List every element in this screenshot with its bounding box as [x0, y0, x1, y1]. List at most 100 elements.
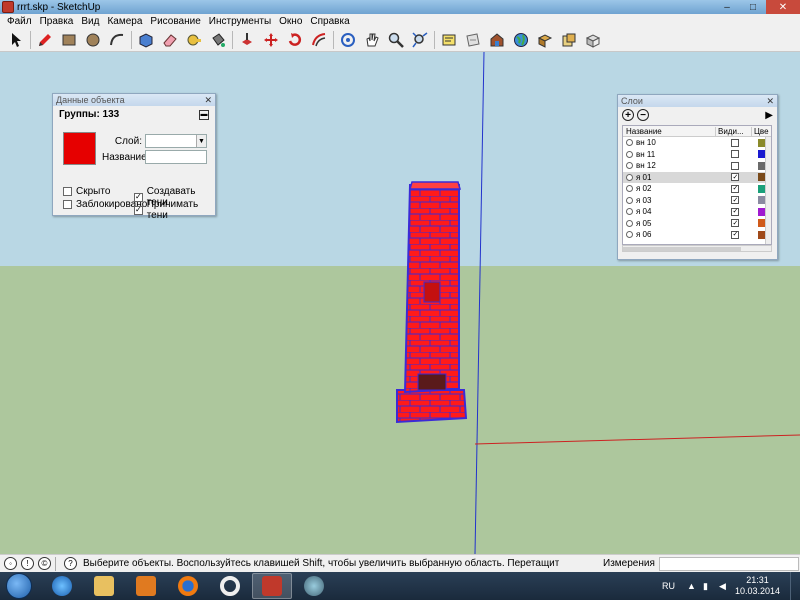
layer-visible-checkbox[interactable]: ✓ [731, 230, 740, 239]
measurements-input[interactable] [658, 556, 799, 571]
section-tool-icon[interactable] [439, 30, 459, 50]
name-input[interactable] [145, 150, 207, 164]
rectangle-tool-icon[interactable] [59, 30, 79, 50]
pan-tool-icon[interactable] [362, 30, 382, 50]
active-layer-radio[interactable] [626, 185, 633, 193]
layer-name[interactable]: вн 10 [636, 138, 656, 147]
chevron-up-icon[interactable]: ▲ [687, 581, 697, 591]
layer-name[interactable]: я 04 [636, 207, 651, 216]
orbit-tool-icon[interactable] [338, 30, 358, 50]
layer-visible-checkbox[interactable]: ✓ [731, 184, 740, 193]
layer-visible-checkbox[interactable]: ✓ [731, 207, 740, 216]
layer-name[interactable]: я 06 [636, 230, 651, 239]
menu-view[interactable]: Вид [77, 16, 103, 27]
user-icon[interactable]: © [38, 557, 51, 570]
maximize-button[interactable]: □ [740, 0, 766, 14]
receive-shadows-checkbox[interactable]: ✓ [134, 205, 143, 215]
layer-row[interactable]: я 06 ✓ [623, 229, 771, 241]
rotate-tool-icon[interactable] [285, 30, 305, 50]
layer-name[interactable]: вн 12 [636, 161, 656, 170]
zoom-tool-icon[interactable] [386, 30, 406, 50]
add-layer-icon[interactable]: + [622, 109, 634, 121]
zoom-extents-tool-icon[interactable] [410, 30, 430, 50]
column-name-header[interactable]: Название [623, 127, 715, 136]
active-layer-radio[interactable] [626, 139, 633, 147]
remove-layer-icon[interactable]: − [637, 109, 649, 121]
brick-stove-model[interactable] [396, 181, 468, 424]
menu-edit[interactable]: Правка [36, 16, 78, 27]
materials-tool-icon[interactable] [559, 30, 579, 50]
tape-measure-tool-icon[interactable] [184, 30, 204, 50]
active-layer-radio[interactable] [626, 208, 633, 216]
layer-row[interactable]: вн 11 [623, 149, 771, 161]
active-layer-radio[interactable] [626, 231, 633, 239]
help-icon[interactable]: ? [64, 557, 77, 570]
close-button[interactable]: ✕ [766, 0, 800, 14]
active-layer-radio[interactable] [626, 162, 633, 170]
material-swatch[interactable] [63, 132, 96, 165]
show-desktop-button[interactable] [790, 572, 800, 600]
menu-tools[interactable]: Инструменты [205, 16, 275, 27]
panel-close-icon[interactable]: ✕ [766, 96, 774, 107]
menu-help[interactable]: Справка [306, 16, 353, 27]
paint-bucket-tool-icon[interactable] [208, 30, 228, 50]
language-indicator[interactable]: RU [662, 581, 675, 591]
layer-row[interactable]: я 04 ✓ [623, 206, 771, 218]
active-layer-radio[interactable] [626, 173, 633, 181]
modeling-viewport[interactable]: Данные объекта ✕ Группы: 133 ▬ Слой: ▼ Н… [0, 52, 800, 554]
layer-name[interactable]: я 02 [636, 184, 651, 193]
taskbar-firefox[interactable] [168, 573, 208, 599]
arc-tool-icon[interactable] [107, 30, 127, 50]
layer-row[interactable]: я 03 ✓ [623, 195, 771, 207]
select-tool-icon[interactable] [6, 30, 26, 50]
active-layer-radio[interactable] [626, 150, 633, 158]
layers-vertical-scrollbar[interactable] [765, 137, 771, 244]
layers-horizontal-scrollbar[interactable] [622, 245, 772, 252]
layer-visible-checkbox[interactable] [731, 150, 740, 159]
components-tool-icon[interactable] [535, 30, 555, 50]
taskbar-explorer[interactable] [84, 573, 124, 599]
column-visible-header[interactable]: Види... [715, 126, 751, 136]
layer-visible-checkbox[interactable]: ✓ [731, 173, 740, 182]
layer-row[interactable]: я 01 ✓ [623, 171, 771, 183]
layer-visible-checkbox[interactable]: ✓ [731, 219, 740, 228]
layer-row[interactable]: я 05 ✓ [623, 218, 771, 230]
credits-icon[interactable]: ! [21, 557, 34, 570]
entity-info-titlebar[interactable]: Данные объекта ✕ [53, 94, 215, 106]
layers-titlebar[interactable]: Слои ✕ [618, 95, 777, 107]
move-tool-icon[interactable] [261, 30, 281, 50]
layer-name[interactable]: я 05 [636, 219, 651, 228]
volume-icon[interactable]: ◀ [719, 581, 729, 591]
geolocation-icon[interactable]: ◦ [4, 557, 17, 570]
layer-name[interactable]: я 03 [636, 196, 651, 205]
taskbar-sketchup[interactable] [252, 573, 292, 599]
minimize-button[interactable]: – [714, 0, 740, 14]
menu-file[interactable]: Файл [3, 16, 36, 27]
menu-draw[interactable]: Рисование [146, 16, 204, 27]
taskbar-media-player[interactable] [126, 573, 166, 599]
make-component-tool-icon[interactable] [136, 30, 156, 50]
taskbar-app[interactable] [294, 573, 334, 599]
layer-row[interactable]: я 02 ✓ [623, 183, 771, 195]
chevron-down-icon[interactable]: ▼ [196, 135, 206, 147]
hidden-checkbox[interactable] [63, 187, 72, 196]
layer-row[interactable]: вн 10 [623, 137, 771, 149]
toggle-details-icon[interactable]: ▬ [199, 109, 209, 120]
eraser-tool-icon[interactable] [160, 30, 180, 50]
taskbar-ie[interactable] [42, 573, 82, 599]
clock[interactable]: 21:31 10.03.2014 [735, 575, 780, 597]
layer-dropdown[interactable]: ▼ [145, 134, 207, 148]
layer-name[interactable]: вн 11 [636, 150, 655, 159]
previous-view-tool-icon[interactable] [463, 30, 483, 50]
offset-tool-icon[interactable] [309, 30, 329, 50]
globe-tool-icon[interactable] [511, 30, 531, 50]
active-layer-radio[interactable] [626, 196, 633, 204]
layer-row[interactable]: вн 12 [623, 160, 771, 172]
network-icon[interactable]: ▮ [703, 581, 713, 591]
warehouse-tool-icon[interactable] [487, 30, 507, 50]
circle-tool-icon[interactable] [83, 30, 103, 50]
layer-visible-checkbox[interactable] [731, 138, 740, 147]
layer-visible-checkbox[interactable]: ✓ [731, 196, 740, 205]
taskbar-opera[interactable] [210, 573, 250, 599]
layers-details-arrow-icon[interactable]: ▶ [765, 110, 773, 121]
